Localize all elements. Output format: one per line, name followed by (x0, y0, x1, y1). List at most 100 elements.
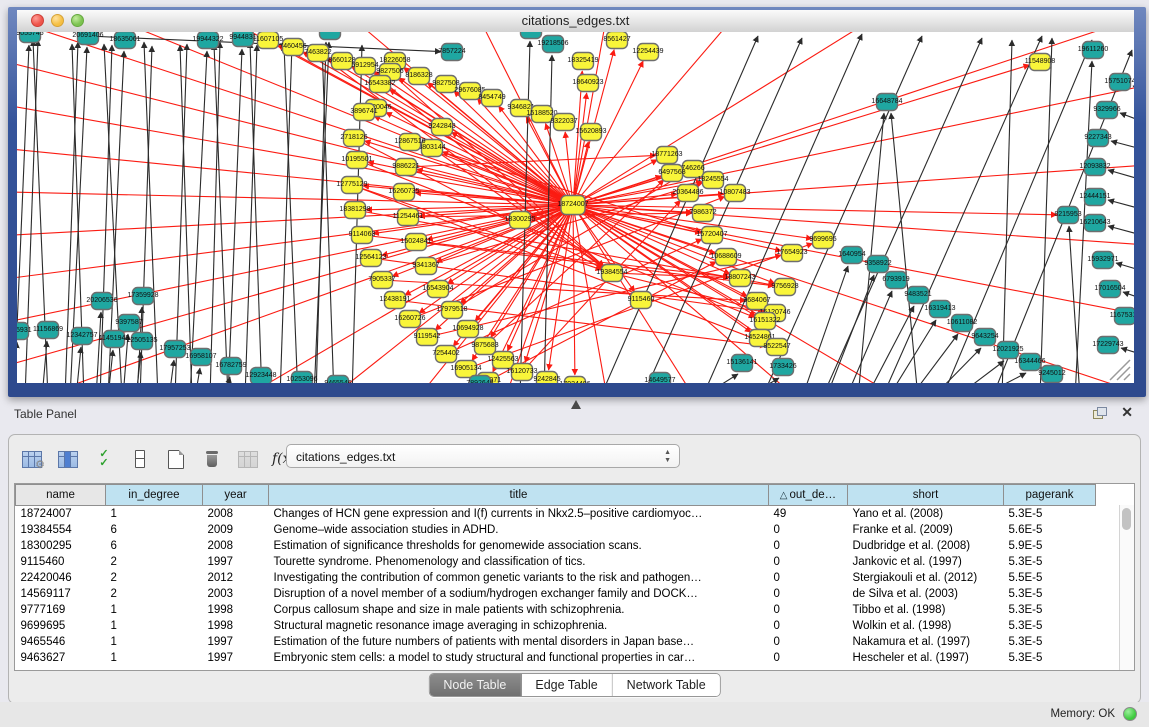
table-row[interactable]: 946554611997Estimation of the future num… (16, 634, 1096, 650)
graph-node[interactable]: 3915931 (17, 323, 32, 340)
graph-node[interactable]: 9465546 (324, 376, 351, 384)
graph-node[interactable]: 14649577 (644, 373, 675, 384)
graph-node[interactable]: 9483521 (904, 287, 931, 304)
graph-node[interactable]: 8215953 (1054, 207, 1081, 224)
graph-node[interactable]: 16648784 (871, 94, 902, 111)
tab-network-table[interactable]: Network Table (613, 674, 720, 696)
graph-node[interactable]: 16782759 (215, 358, 246, 375)
close-panel-icon[interactable]: ✕ (1121, 404, 1133, 421)
graph-edge[interactable] (1108, 226, 1134, 240)
graph-node[interactable]: 9397587 (115, 315, 142, 332)
table-cell[interactable]: 1 (106, 650, 203, 666)
graph-node[interactable]: 9358922 (864, 256, 891, 273)
table-cell[interactable]: Structural magnetic resonance image aver… (269, 618, 769, 634)
graph-node[interactable]: 1640954 (838, 247, 865, 264)
graph-node[interactable]: 12021925 (992, 342, 1023, 359)
graph-node[interactable]: 19611260 (1078, 42, 1109, 59)
graph-edge[interactable] (932, 348, 981, 383)
graph-edge[interactable] (573, 205, 575, 375)
table-row[interactable]: 969969511998Structural magnetic resonanc… (16, 618, 1096, 634)
table-cell[interactable]: Jankovic et al. (1997) (848, 554, 1004, 570)
graph-node[interactable]: 8454749 (478, 90, 505, 107)
table-cell[interactable]: Yano et al. (2008) (848, 506, 1004, 523)
table-cell[interactable]: 1998 (203, 602, 269, 618)
table-cell[interactable]: 18300295 (16, 538, 106, 554)
graph-node[interactable]: 15136141 (726, 355, 757, 372)
graph-edge[interactable] (1040, 38, 1052, 383)
table-cell[interactable]: 0 (769, 602, 848, 618)
table-cell[interactable]: 1 (106, 618, 203, 634)
table-cell[interactable]: 1 (106, 634, 203, 650)
tab-node-table[interactable]: Node Table (429, 674, 521, 696)
graph-edge[interactable] (573, 205, 1134, 250)
graph-node[interactable]: 8522547 (763, 339, 790, 356)
table-cell[interactable]: Embryonic stem cells: a model to study s… (269, 650, 769, 666)
graph-edge[interactable] (846, 291, 892, 383)
table-cell[interactable]: 2 (106, 570, 203, 586)
table-cell[interactable]: Tibbo et al. (1998) (848, 602, 1004, 618)
graph-node[interactable]: 7905337 (368, 272, 395, 289)
graph-node[interactable]: 9119542 (414, 329, 441, 346)
table-row[interactable]: 1938455462009Genome–wide association stu… (16, 522, 1096, 538)
graph-edge[interactable] (316, 42, 326, 383)
graph-node[interactable]: 18635061 (109, 32, 140, 49)
graph-node[interactable]: 9341367 (412, 258, 439, 275)
graph-node[interactable]: 10253096 (286, 372, 317, 384)
table-cell[interactable]: 1998 (203, 618, 269, 634)
table-cell[interactable]: Investigating the contribution of common… (269, 570, 769, 586)
table-cell[interactable]: 0 (769, 522, 848, 538)
table-cell[interactable]: 0 (769, 538, 848, 554)
table-cell[interactable]: 5.3E-5 (1004, 506, 1096, 523)
graph-edge[interactable] (76, 347, 81, 383)
graph-edge[interactable] (210, 42, 220, 383)
table-cell[interactable]: Franke et al. (2009) (848, 522, 1004, 538)
table-cell[interactable]: 5.5E-5 (1004, 570, 1096, 586)
table-cell[interactable]: de Silva et al. (2003) (848, 586, 1004, 602)
network-window[interactable]: citations_edges.txt 18724007746382286601… (8, 7, 1146, 397)
table-cell[interactable]: 2008 (203, 538, 269, 554)
graph-node[interactable]: 18640923 (572, 75, 603, 92)
graph-edge[interactable] (245, 45, 257, 383)
graph-node[interactable]: 7254402 (432, 346, 459, 363)
graph-node[interactable]: 11156869 (33, 322, 63, 339)
tab-edge-table[interactable]: Edge Table (521, 674, 612, 696)
table-cell[interactable]: 0 (769, 586, 848, 602)
graph-node[interactable]: 9242843 (428, 119, 455, 136)
column-header-out_de[interactable]: △out_de… (769, 485, 848, 506)
graph-node[interactable]: 9242845 (533, 372, 560, 384)
table-cell[interactable]: Stergiakouli et al. (2012) (848, 570, 1004, 586)
graph-node[interactable]: 12254439 (632, 44, 663, 61)
graph-node[interactable]: 9245012 (1038, 366, 1065, 383)
graph-node[interactable]: 8813054 (517, 32, 544, 39)
graph-node[interactable]: 12564123 (355, 250, 386, 267)
graph-edge[interactable] (1120, 113, 1134, 128)
graph-node[interactable]: 6793919 (882, 272, 909, 289)
table-cell[interactable]: 1997 (203, 650, 269, 666)
graph-edge[interactable] (1108, 170, 1134, 185)
table-row[interactable]: 977716911998Corpus callosum shape and si… (16, 602, 1096, 618)
table-cell[interactable]: Genome–wide association studies in ADHD. (269, 522, 769, 538)
graph-node[interactable]: 7986372 (689, 205, 716, 222)
graph-node[interactable]: 12775129 (336, 177, 367, 194)
scrollbar-thumb[interactable] (1122, 508, 1131, 530)
graph-node[interactable]: 9643254 (971, 329, 998, 346)
graph-node[interactable]: 16260726 (394, 311, 425, 328)
graph-node[interactable]: 17924406 (559, 377, 590, 384)
graph-node[interactable]: 2718126 (340, 130, 367, 147)
graph-node[interactable]: 12444151 (1079, 189, 1110, 206)
column-header-short[interactable]: short (848, 485, 1004, 506)
table-cell[interactable]: 0 (769, 554, 848, 570)
table-cell[interactable]: Tourette syndrome. Phenomenology and cla… (269, 554, 769, 570)
table-cell[interactable]: 2 (106, 554, 203, 570)
node-table[interactable]: namein_degreeyeartitle△out_de…shortpager… (14, 483, 1135, 671)
graph-node[interactable]: 12505135 (126, 333, 157, 350)
graph-edge[interactable] (322, 44, 334, 383)
graph-node[interactable]: 18724007 (557, 196, 588, 215)
table-cell[interactable]: 1 (106, 602, 203, 618)
table-cell[interactable]: Estimation of significance thresholds fo… (269, 538, 769, 554)
graph-node[interactable]: 20691406 (72, 32, 103, 45)
table-cell[interactable]: 6 (106, 538, 203, 554)
table-cell[interactable]: Nakamura et al. (1997) (848, 634, 1004, 650)
graph-edge[interactable] (169, 360, 174, 383)
graph-node[interactable]: 8561427 (603, 32, 630, 49)
